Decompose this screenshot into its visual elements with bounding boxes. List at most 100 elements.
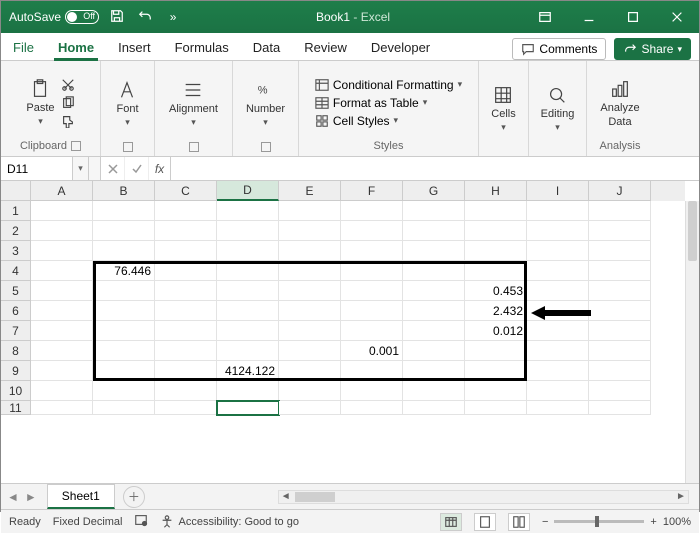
zoom-level[interactable]: 100% bbox=[663, 516, 691, 528]
cell-D11-selected[interactable] bbox=[217, 401, 279, 415]
fx-button[interactable]: fx bbox=[149, 157, 171, 180]
group-number: % Number▾ bbox=[233, 61, 299, 156]
number-dropdown-button[interactable]: % Number▾ bbox=[246, 79, 285, 128]
cell-H6[interactable]: 2.432 bbox=[465, 301, 527, 321]
tab-review[interactable]: Review bbox=[292, 35, 359, 60]
cell-styles-button[interactable]: Cell Styles▾ bbox=[315, 114, 398, 128]
undo-icon[interactable] bbox=[135, 9, 155, 26]
column-header[interactable]: D bbox=[217, 181, 279, 201]
group-alignment: Alignment▾ bbox=[155, 61, 233, 156]
name-box-dropdown[interactable]: ▾ bbox=[73, 157, 89, 180]
group-cells: Cells▾ bbox=[479, 61, 529, 156]
row-header[interactable]: 5 bbox=[1, 281, 31, 301]
format-as-table-button[interactable]: Format as Table▾ bbox=[315, 96, 427, 110]
select-all-corner[interactable] bbox=[1, 181, 31, 201]
svg-text:%: % bbox=[257, 85, 267, 97]
column-header[interactable]: E bbox=[279, 181, 341, 201]
accessibility-status[interactable]: Accessibility: Good to go bbox=[160, 515, 298, 529]
zoom-out-button[interactable]: − bbox=[542, 516, 548, 528]
ribbon-display-icon[interactable] bbox=[523, 1, 567, 33]
share-button[interactable]: Share▾ bbox=[614, 38, 691, 60]
enter-formula-button[interactable] bbox=[125, 157, 149, 180]
tab-formulas[interactable]: Formulas bbox=[163, 35, 241, 60]
column-header[interactable]: J bbox=[589, 181, 651, 201]
cell-H7[interactable]: 0.012 bbox=[465, 321, 527, 341]
alignment-dropdown-button[interactable]: Alignment▾ bbox=[169, 79, 218, 128]
row-header[interactable]: 4 bbox=[1, 261, 31, 281]
minimize-icon[interactable] bbox=[567, 1, 611, 33]
row-header[interactable]: 9 bbox=[1, 361, 31, 381]
comments-button[interactable]: Comments bbox=[512, 38, 606, 60]
column-header[interactable]: G bbox=[403, 181, 465, 201]
view-page-break-button[interactable] bbox=[508, 513, 530, 531]
formula-input[interactable] bbox=[171, 157, 699, 180]
row-header[interactable]: 10 bbox=[1, 381, 31, 401]
window-title: Book1 - Excel bbox=[183, 10, 523, 24]
analyze-data-button[interactable]: Analyze Data bbox=[600, 78, 639, 128]
sheet-nav-next-icon[interactable]: ► bbox=[25, 490, 37, 504]
horizontal-scrollbar[interactable]: ◄ ► bbox=[278, 490, 689, 504]
add-sheet-button[interactable]: ＋ bbox=[123, 486, 145, 508]
row-header[interactable]: 2 bbox=[1, 221, 31, 241]
format-painter-button[interactable] bbox=[61, 114, 75, 128]
maximize-icon[interactable] bbox=[611, 1, 655, 33]
alignment-launcher[interactable] bbox=[189, 142, 199, 152]
paste-button[interactable]: Paste▾ bbox=[26, 78, 54, 127]
sheet-tab[interactable]: Sheet1 bbox=[47, 484, 115, 509]
column-header[interactable]: C bbox=[155, 181, 217, 201]
view-normal-button[interactable] bbox=[440, 513, 462, 531]
row-header[interactable]: 7 bbox=[1, 321, 31, 341]
vertical-scrollbar[interactable] bbox=[685, 201, 699, 483]
zoom-slider[interactable] bbox=[554, 520, 644, 523]
column-header[interactable]: H bbox=[465, 181, 527, 201]
sheet-tab-bar: ◄ ► Sheet1 ＋ ◄ ► bbox=[1, 483, 699, 509]
column-header[interactable]: A bbox=[31, 181, 93, 201]
font-dropdown-button[interactable]: Font▾ bbox=[116, 79, 138, 128]
conditional-formatting-button[interactable]: Conditional Formatting▾ bbox=[315, 78, 462, 92]
column-header[interactable]: F bbox=[341, 181, 403, 201]
cell-H5[interactable]: 0.453 bbox=[465, 281, 527, 301]
ribbon-tabs: File Home Insert Formulas Data Review De… bbox=[1, 33, 699, 61]
sheet-nav-prev-icon[interactable]: ◄ bbox=[7, 490, 19, 504]
status-bar: Ready Fixed Decimal Accessibility: Good … bbox=[1, 509, 699, 533]
group-editing: Editing▾ bbox=[529, 61, 587, 156]
tab-insert[interactable]: Insert bbox=[106, 35, 163, 60]
clipboard-launcher[interactable] bbox=[71, 141, 81, 151]
tab-file[interactable]: File bbox=[1, 35, 46, 60]
spreadsheet-grid[interactable]: A B C D E F G H I J 1 2 3 4 5 6 7 8 9 10… bbox=[1, 181, 699, 483]
autosave-toggle[interactable]: AutoSave Off bbox=[9, 10, 99, 24]
column-header[interactable]: B bbox=[93, 181, 155, 201]
tab-data[interactable]: Data bbox=[241, 35, 292, 60]
overflow-icon[interactable]: » bbox=[163, 10, 183, 24]
macro-record-icon[interactable] bbox=[134, 513, 148, 530]
cells-dropdown-button[interactable]: Cells▾ bbox=[491, 84, 515, 133]
copy-button[interactable] bbox=[61, 96, 75, 110]
name-box[interactable]: D11 bbox=[1, 157, 73, 180]
status-fixed-decimal: Fixed Decimal bbox=[53, 516, 123, 528]
cut-button[interactable] bbox=[61, 78, 75, 92]
tab-developer[interactable]: Developer bbox=[359, 35, 442, 60]
row-header[interactable]: 6 bbox=[1, 301, 31, 321]
title-bar: AutoSave Off » Book1 - Excel bbox=[1, 1, 699, 33]
row-header[interactable]: 11 bbox=[1, 401, 31, 415]
cell-B4[interactable]: 76.446 bbox=[93, 261, 155, 281]
group-clipboard: Paste▾ Clipboard bbox=[1, 61, 101, 156]
save-icon[interactable] bbox=[107, 9, 127, 26]
formula-bar: D11 ▾ fx bbox=[1, 157, 699, 181]
cells-area[interactable]: 76.446 0.453 2.432 0.012 0.001 4124.122 bbox=[31, 201, 685, 483]
cell-D9[interactable]: 4124.122 bbox=[217, 361, 279, 381]
font-launcher[interactable] bbox=[123, 142, 133, 152]
row-header[interactable]: 8 bbox=[1, 341, 31, 361]
column-header[interactable]: I bbox=[527, 181, 589, 201]
autosave-switch[interactable]: Off bbox=[65, 10, 99, 24]
zoom-in-button[interactable]: + bbox=[650, 516, 656, 528]
row-header[interactable]: 3 bbox=[1, 241, 31, 261]
row-header[interactable]: 1 bbox=[1, 201, 31, 221]
cancel-formula-button[interactable] bbox=[101, 157, 125, 180]
editing-dropdown-button[interactable]: Editing▾ bbox=[541, 84, 575, 133]
view-page-layout-button[interactable] bbox=[474, 513, 496, 531]
cell-F8[interactable]: 0.001 bbox=[341, 341, 403, 361]
close-icon[interactable] bbox=[655, 1, 699, 33]
tab-home[interactable]: Home bbox=[46, 35, 106, 60]
number-launcher[interactable] bbox=[261, 142, 271, 152]
